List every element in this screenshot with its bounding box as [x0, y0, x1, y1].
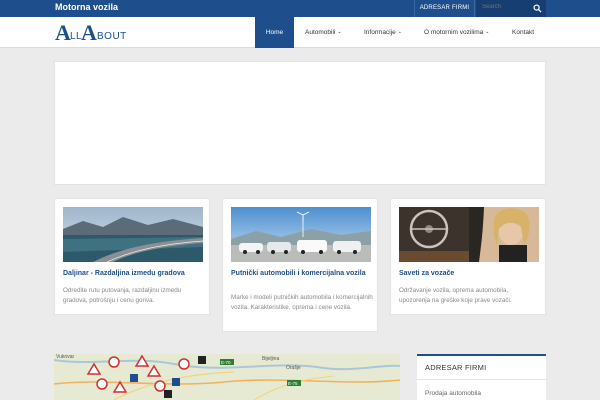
map-label: Orašje: [286, 365, 301, 371]
map-label: E-70: [221, 360, 231, 365]
info-marker-icon[interactable]: [130, 374, 138, 382]
card-daljinar[interactable]: Daljinar - Razdaljina izmedu gradova Odr…: [54, 198, 210, 315]
no-entry-icon[interactable]: [178, 358, 190, 370]
info-marker-icon[interactable]: [164, 390, 172, 398]
banner-area: [54, 61, 546, 185]
info-marker-icon[interactable]: [198, 356, 206, 364]
no-entry-icon[interactable]: [108, 356, 120, 368]
map-label: E-75: [288, 381, 298, 386]
search-icon[interactable]: [533, 4, 542, 13]
widget-list-item[interactable]: Prodaja automobila: [425, 390, 481, 397]
nav-kontakt[interactable]: Kontakt: [512, 17, 534, 48]
card-description: Odredite rutu putovanja, razdaljinu izme…: [63, 287, 182, 304]
nav-o-motornim-vozilima[interactable]: O motornim vozilima ⌄: [424, 17, 489, 48]
main-navbar: A LL A BOUT Home Automobili ⌄ Informacije…: [0, 17, 600, 48]
card-image-road: [63, 207, 203, 262]
divider: [417, 379, 546, 380]
search-input[interactable]: [482, 4, 532, 10]
site-logo[interactable]: A LL A BOUT: [55, 22, 135, 44]
chevron-down-icon: ⌄: [485, 29, 490, 35]
map-label: Bijeljina: [262, 356, 279, 362]
nav-informacije[interactable]: Informacije ⌄: [364, 17, 402, 48]
card-image-driver: [399, 207, 539, 262]
widget-title: ADRESAR FIRMI: [425, 363, 487, 372]
card-title[interactable]: Saveti za vozače: [399, 270, 541, 278]
no-entry-icon[interactable]: [154, 380, 166, 392]
chevron-down-icon: ⌄: [337, 29, 342, 35]
map-label: Vukovar: [56, 354, 74, 360]
card-putnicki-automobili[interactable]: Putnički automobili i komercijalna vozil…: [222, 198, 378, 332]
card-title[interactable]: Putnički automobili i komercijalna vozil…: [231, 270, 373, 278]
site-tagline: Motorna vozila: [55, 2, 119, 12]
card-image-cars: [231, 207, 371, 262]
chevron-down-icon: ⌄: [397, 29, 402, 35]
traffic-map[interactable]: Vukovar Bijeljina Orašje E-70 E-75: [54, 354, 400, 400]
adresar-firmi-link[interactable]: ADRESAR FIRMI: [414, 0, 475, 17]
card-title[interactable]: Daljinar - Razdaljina izmedu gradova: [63, 270, 205, 278]
card-description: Održavanje vozila, oprema automobila, up…: [399, 287, 512, 304]
card-saveti-za-vozace[interactable]: Saveti za vozače Održavanje vozila, opre…: [390, 198, 546, 315]
no-entry-icon[interactable]: [96, 378, 108, 390]
top-bar: Motorna vozila ADRESAR FIRMI: [0, 0, 600, 17]
info-marker-icon[interactable]: [172, 378, 180, 386]
card-description: Marke i modeli putničkih automobila i ko…: [231, 294, 373, 311]
nav-automobili[interactable]: Automobili ⌄: [305, 17, 342, 48]
search-box: [476, 0, 546, 17]
nav-home[interactable]: Home: [255, 17, 294, 48]
adresar-firmi-widget: ADRESAR FIRMI Prodaja automobila: [417, 354, 546, 400]
